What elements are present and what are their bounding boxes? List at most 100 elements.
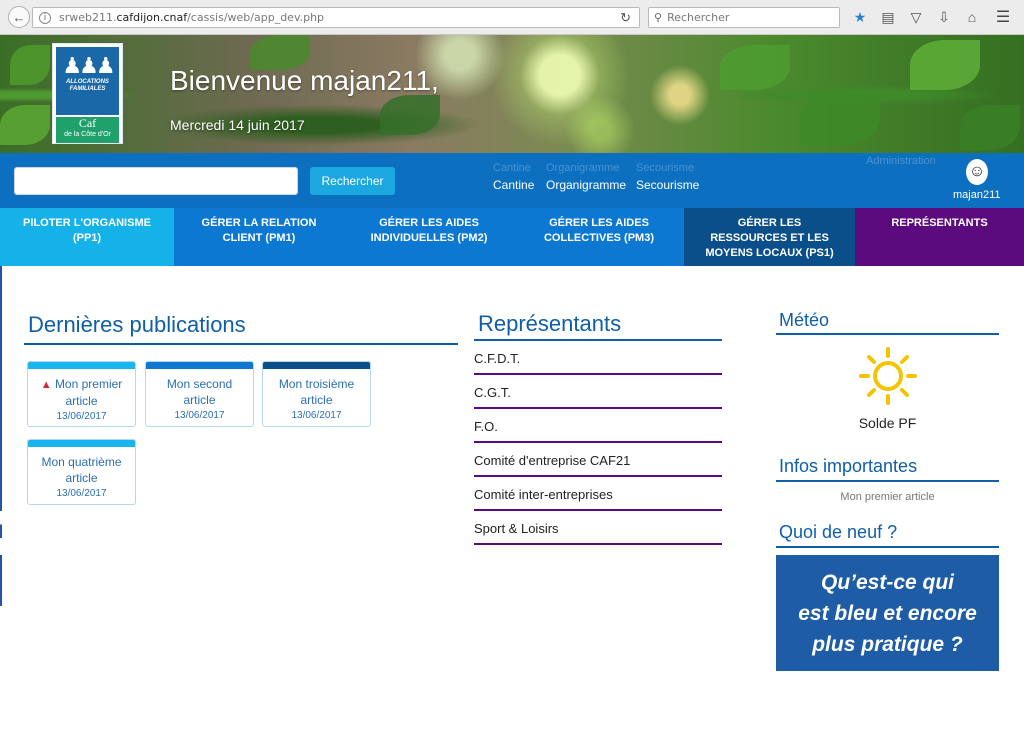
publication-card[interactable]: Mon troisième article 13/06/2017	[262, 361, 371, 427]
nav-label: COLLECTIVES (PM3)	[543, 232, 654, 244]
card-date: 13/06/2017	[56, 488, 107, 499]
card-title: Mon second article	[146, 376, 253, 408]
leaf-decoration	[960, 105, 1020, 150]
nav-label: GÉRER LES AIDES	[549, 217, 649, 229]
card-date: 13/06/2017	[174, 410, 225, 421]
infos-item[interactable]: Mon premier article	[776, 491, 999, 503]
current-date: Mercredi 14 juin 2017	[170, 117, 305, 133]
nav-relation-client[interactable]: GÉRER LA RELATION CLIENT (PM1)	[174, 208, 344, 266]
representant-item[interactable]: Comité inter-entreprises	[474, 477, 722, 511]
avatar[interactable]: ☺	[966, 159, 988, 185]
nav-representants[interactable]: REPRÉSENTANTS	[855, 208, 1024, 266]
warning-icon: ▲	[40, 379, 52, 391]
main-nav: PILOTER L'ORGANISME (PP1) GÉRER LA RELAT…	[0, 208, 1024, 266]
card-date: 13/06/2017	[56, 411, 107, 422]
quick-link-ghost: Organigramme	[546, 162, 620, 174]
quick-link-secourisme[interactable]: Secourisme	[636, 178, 699, 192]
card-title: Mon troisième article	[263, 376, 370, 408]
browser-search-input[interactable]: ⚲ Rechercher	[648, 7, 840, 28]
family-icon: ♟♟♟	[62, 53, 115, 78]
hamburger-menu-icon[interactable]: ☰	[992, 6, 1014, 28]
download-icon[interactable]: ⇩	[932, 6, 956, 28]
quick-link-cantine[interactable]: Cantine	[493, 178, 534, 192]
nav-label: GÉRER LES	[737, 217, 802, 229]
quick-link-ghost: Cantine	[493, 162, 531, 174]
browser-search-placeholder: Rechercher	[667, 11, 730, 24]
url-text: srweb211.cafdijon.cnaf/cassis/web/app_de…	[59, 11, 325, 24]
nav-label: PILOTER L'ORGANISME	[23, 217, 151, 229]
publication-card[interactable]: Mon second article 13/06/2017	[145, 361, 254, 427]
username[interactable]: majan211	[953, 189, 1001, 201]
promo-line: Qu’est-ce qui	[820, 571, 955, 594]
card-title-line: Mon premier	[54, 377, 123, 391]
quoi-de-neuf-title: Quoi de neuf ?	[779, 522, 898, 542]
card-title-line: Mon troisième	[278, 377, 355, 391]
meteo-title: Météo	[779, 310, 830, 330]
back-icon[interactable]: ←	[8, 6, 30, 28]
card-title-line: article	[183, 393, 216, 407]
admin-link[interactable]: Administration	[866, 155, 936, 167]
leaf-decoration	[800, 95, 880, 145]
bookmarks-list-icon[interactable]: ▤	[876, 6, 900, 28]
nav-piloter-organisme[interactable]: PILOTER L'ORGANISME (PP1)	[0, 208, 174, 266]
nav-aides-individuelles[interactable]: GÉRER LES AIDES INDIVIDUELLES (PM2)	[344, 208, 514, 266]
logo-region: de la Côte d'Or	[64, 131, 111, 138]
nav-label: CLIENT (PM1)	[222, 232, 296, 244]
representants-title: Représentants	[478, 311, 622, 336]
bookmark-star-icon[interactable]: ★	[848, 6, 872, 28]
home-icon[interactable]: ⌂	[960, 6, 984, 28]
site-search-input[interactable]	[14, 167, 298, 195]
leaf-decoration	[10, 45, 50, 85]
card-bar	[146, 362, 253, 369]
quick-link-organigramme[interactable]: Organigramme	[546, 178, 626, 192]
welcome-title: Bienvenue majan211,	[170, 65, 439, 96]
sun-icon	[859, 347, 917, 405]
publication-card[interactable]: Mon quatrième article 13/06/2017	[27, 439, 136, 505]
card-bar	[28, 440, 135, 447]
divider	[776, 546, 999, 548]
representant-item[interactable]: C.F.D.T.	[474, 341, 722, 375]
search-button[interactable]: Rechercher	[310, 167, 395, 195]
leaf-decoration	[380, 95, 440, 135]
url-bar[interactable]: i srweb211.cafdijon.cnaf/cassis/web/app_…	[32, 7, 640, 28]
top-bar: Rechercher Cantine Organigramme Secouris…	[0, 153, 1024, 208]
representant-item[interactable]: Sport & Loisirs	[474, 511, 722, 545]
card-title-line: Mon quatrième	[41, 455, 122, 469]
browser-toolbar: ← i srweb211.cafdijon.cnaf/cassis/web/ap…	[0, 0, 1024, 35]
publications-title: Dernières publications	[28, 312, 246, 337]
meteo-label: Solde PF	[858, 415, 917, 431]
nav-ressources-moyens[interactable]: GÉRER LES RESSOURCES ET LES MOYENS LOCAU…	[684, 208, 855, 266]
left-edge-strip	[0, 266, 2, 606]
hero-banner: ♟♟♟ ALLOCATIONS FAMILIALES Caf de la Côt…	[0, 35, 1024, 153]
nav-label: REPRÉSENTANTS	[891, 217, 988, 229]
leaf-decoration	[910, 40, 980, 90]
card-title-line: article	[300, 393, 333, 407]
card-date: 13/06/2017	[291, 410, 342, 421]
info-icon[interactable]: i	[39, 11, 51, 24]
search-icon: ⚲	[654, 12, 663, 24]
divider	[776, 333, 999, 335]
promo-line: plus pratique ?	[812, 633, 963, 656]
card-title-line: article	[65, 394, 98, 408]
nav-label: INDIVIDUELLES (PM2)	[370, 232, 488, 244]
publication-card[interactable]: ▲ Mon premier article 13/06/2017	[27, 361, 136, 427]
card-title: ▲ Mon premier article	[28, 376, 135, 409]
card-title-line: article	[65, 471, 98, 485]
card-title: Mon quatrième article	[28, 454, 135, 486]
reload-icon[interactable]: ↻	[620, 10, 631, 26]
representant-item[interactable]: Comité d'entreprise CAF21	[474, 443, 722, 477]
leaf-decoration	[720, 45, 790, 90]
promo-banner[interactable]: Qu’est-ce qui est bleu et encore plus pr…	[776, 555, 999, 671]
logo-line-2: FAMILIALES	[69, 86, 106, 92]
pocket-icon[interactable]: ▽	[904, 6, 928, 28]
logo-line-1: ALLOCATIONS	[66, 79, 109, 85]
logo-name: Caf	[78, 116, 97, 130]
representant-item[interactable]: C.G.T.	[474, 375, 722, 409]
nav-label: RESSOURCES ET LES	[710, 232, 829, 244]
nav-label: MOYENS LOCAUX (PS1)	[705, 247, 834, 259]
representant-item[interactable]: F.O.	[474, 409, 722, 443]
card-bar	[263, 362, 370, 369]
caf-logo[interactable]: ♟♟♟ ALLOCATIONS FAMILIALES Caf de la Côt…	[52, 43, 123, 144]
nav-aides-collectives[interactable]: GÉRER LES AIDES COLLECTIVES (PM3)	[514, 208, 684, 266]
quick-link-ghost: Secourisme	[636, 162, 695, 174]
